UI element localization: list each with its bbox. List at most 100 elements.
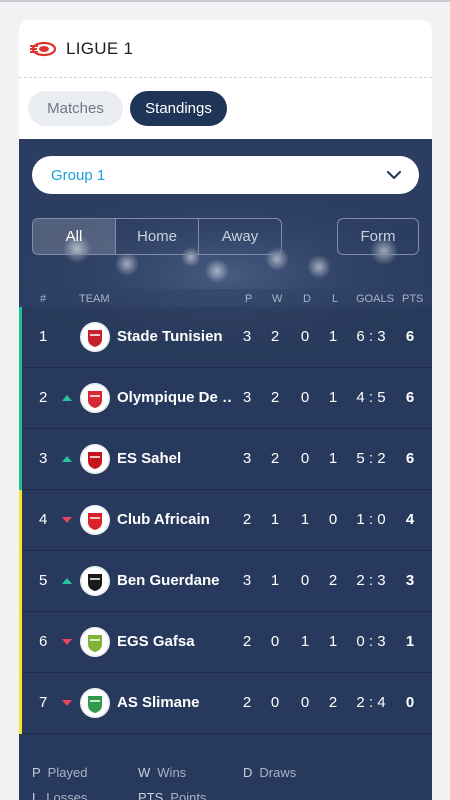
trend-down-icon: [62, 517, 72, 523]
stat-draws: 0: [300, 450, 310, 467]
stat-points: 0: [405, 694, 415, 711]
filter-all[interactable]: All: [33, 219, 116, 254]
stat-goals: 4 : 5: [356, 389, 386, 406]
team-name: AS Slimane: [117, 694, 200, 711]
standings-row[interactable]: 6 EGS Gafsa 2 0 1 1 0 : 3 1: [19, 612, 432, 673]
rank: 7: [39, 694, 48, 711]
filter-home[interactable]: Home: [116, 219, 199, 254]
header-divider: [19, 77, 432, 78]
legend-item: P Played: [32, 765, 88, 780]
trend-down-icon: [62, 700, 72, 706]
standings-row[interactable]: 3 ES Sahel 3 2 0 1 5 : 2 6: [19, 429, 432, 490]
league-card: LIGUE 1 Matches Standings Group 1 All Ho…: [19, 20, 432, 800]
stat-points: 4: [405, 511, 415, 528]
form-button[interactable]: Form: [337, 218, 419, 255]
team-crest-icon: [80, 383, 110, 413]
standings-row[interactable]: 5 Ben Guerdane 3 1 0 2 2 : 3 3: [19, 551, 432, 612]
tab-matches[interactable]: Matches: [28, 91, 123, 126]
stat-goals: 2 : 3: [356, 572, 386, 589]
trend-up-icon: [62, 456, 72, 462]
view-tabs: Matches Standings: [28, 91, 227, 126]
stat-wins: 1: [270, 511, 280, 528]
stat-draws: 1: [300, 633, 310, 650]
stat-points: 6: [405, 328, 415, 345]
stat-goals: 2 : 4: [356, 694, 386, 711]
standings-row[interactable]: 2 Olympique De … 3 2 0 1 4 : 5 6: [19, 368, 432, 429]
qualification-marker: [19, 368, 22, 429]
rank: 4: [39, 511, 48, 528]
qualification-marker: [19, 612, 22, 673]
team-name: Club Africain: [117, 511, 210, 528]
qualification-marker: [19, 673, 22, 734]
rank: 6: [39, 633, 48, 650]
league-header: LIGUE 1: [19, 20, 432, 77]
stat-goals: 0 : 3: [356, 633, 386, 650]
team-crest-icon: [80, 505, 110, 535]
legend-item: PTS Points: [138, 790, 207, 800]
stat-goals: 1 : 0: [356, 511, 386, 528]
stat-losses: 1: [328, 633, 338, 650]
header-draws: D: [303, 293, 311, 305]
team-crest-icon: [80, 444, 110, 474]
stat-played: 2: [242, 633, 252, 650]
group-select-value: Group 1: [51, 166, 106, 184]
stat-played: 3: [242, 450, 252, 467]
stat-losses: 1: [328, 450, 338, 467]
header-rank: #: [40, 293, 47, 305]
stat-losses: 0: [328, 511, 338, 528]
header-losses: L: [332, 293, 339, 305]
team-name: Olympique De …: [117, 389, 233, 406]
team-crest-icon: [80, 322, 110, 352]
stat-points: 3: [405, 572, 415, 589]
filter-away[interactable]: Away: [199, 219, 281, 254]
header-goals: GOALS: [356, 293, 394, 305]
team-crest-icon: [80, 566, 110, 596]
stat-played: 3: [242, 572, 252, 589]
team-crest-icon: [80, 627, 110, 657]
stat-draws: 0: [300, 572, 310, 589]
stat-wins: 2: [270, 328, 280, 345]
trend-down-icon: [62, 639, 72, 645]
stat-goals: 6 : 3: [356, 328, 386, 345]
stat-losses: 1: [328, 389, 338, 406]
stat-played: 3: [242, 328, 252, 345]
stat-wins: 2: [270, 389, 280, 406]
qualification-marker: [19, 551, 22, 612]
group-select[interactable]: Group 1: [32, 156, 419, 194]
team-crest-icon: [80, 688, 110, 718]
stat-draws: 1: [300, 511, 310, 528]
trend-up-icon: [62, 395, 72, 401]
stat-points: 6: [405, 389, 415, 406]
stat-points: 1: [405, 633, 415, 650]
stat-goals: 5 : 2: [356, 450, 386, 467]
legend-item: W Wins: [138, 765, 187, 780]
stat-losses: 2: [328, 694, 338, 711]
league-logo-icon: [30, 41, 57, 56]
stat-played: 2: [242, 694, 252, 711]
stat-wins: 0: [270, 633, 280, 650]
qualification-marker: [19, 429, 22, 490]
rank: 1: [39, 328, 48, 345]
rank: 3: [39, 450, 48, 467]
status-divider: [0, 0, 450, 2]
header-team: TEAM: [79, 293, 110, 305]
stat-draws: 0: [300, 694, 310, 711]
league-title: LIGUE 1: [66, 38, 134, 58]
tab-standings[interactable]: Standings: [130, 91, 227, 126]
header-wins: W: [272, 293, 283, 305]
team-name: ES Sahel: [117, 450, 182, 467]
header-points: PTS: [402, 293, 424, 305]
legend-item: D Draws: [243, 765, 297, 780]
team-name: Ben Guerdane: [117, 572, 220, 589]
stat-draws: 0: [300, 328, 310, 345]
standings-row[interactable]: 7 AS Slimane 2 0 0 2 2 : 4 0: [19, 673, 432, 734]
stat-losses: 2: [328, 572, 338, 589]
stat-losses: 1: [328, 328, 338, 345]
standings-row[interactable]: 4 Club Africain 2 1 1 0 1 : 0 4: [19, 490, 432, 551]
qualification-marker: [19, 490, 22, 551]
rank: 5: [39, 572, 48, 589]
trend-up-icon: [62, 578, 72, 584]
stat-wins: 0: [270, 694, 280, 711]
standings-row[interactable]: 1 Stade Tunisien 3 2 0 1 6 : 3 6: [19, 307, 432, 368]
team-name: EGS Gafsa: [117, 633, 195, 650]
